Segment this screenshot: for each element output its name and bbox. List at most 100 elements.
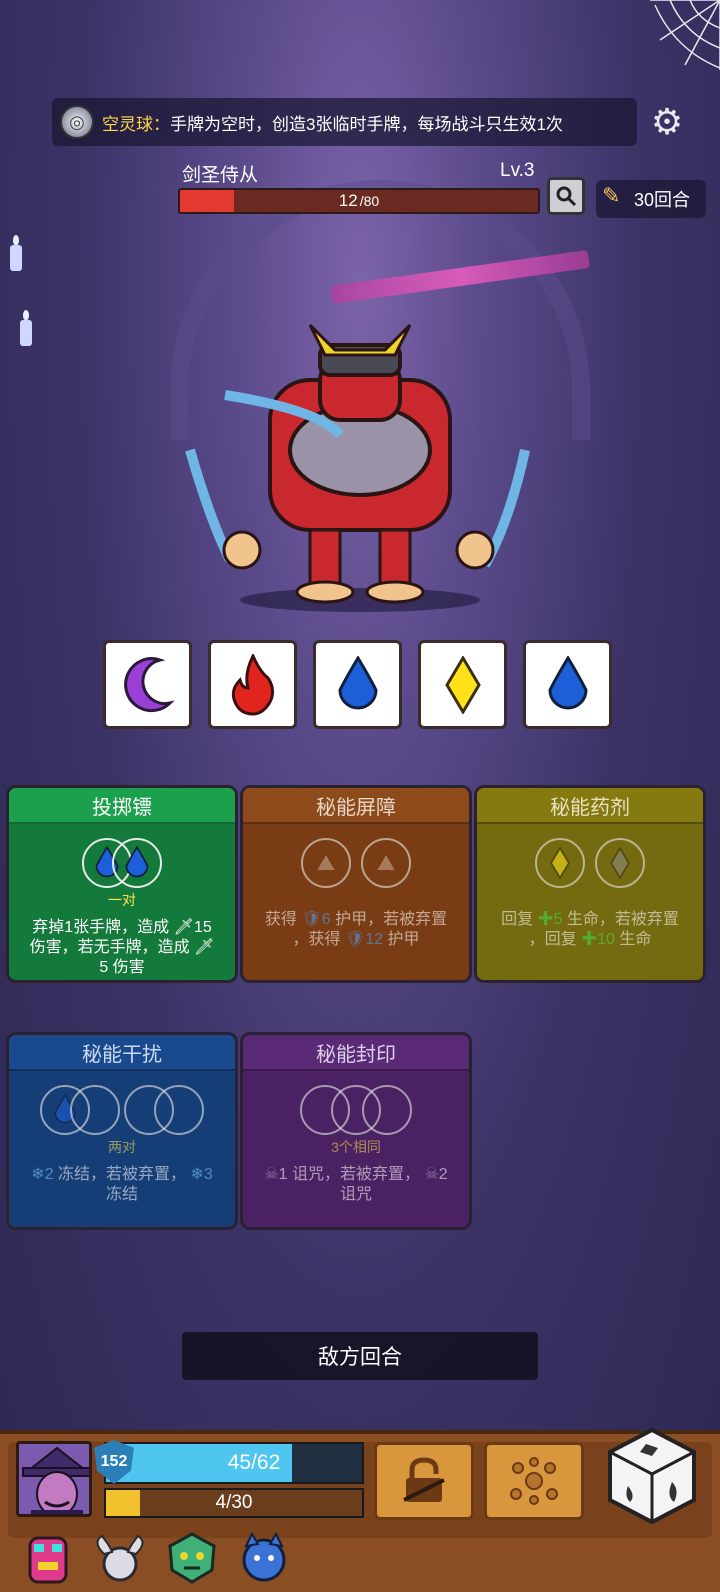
skill-card-arcane-potion[interactable]: 秘能药剂 回复 ✚5 生命，若被弃置 ，回复 ✚10 生命 [474,785,706,983]
candle [10,235,22,271]
locked-action-button[interactable] [374,1442,474,1520]
candle [20,310,32,346]
dice-slot-pair[interactable] [40,1085,120,1135]
effect-text: ，获得 [292,931,341,948]
player-hp-text: 45/62 [227,1451,281,1474]
samurai-monkey-enemy[interactable] [170,300,550,620]
mountain-icon: ⛰ [376,850,396,876]
relic-effect-banner: ◎ 空灵球： 手牌为空时，创造3张临时手牌，每场战斗只生效1次 [52,98,637,146]
dice-face-card[interactable] [103,640,192,729]
wizard-portrait-icon [19,1444,89,1514]
red-flame-icon [231,653,274,716]
dice-face-card[interactable] [313,640,402,729]
dice-slot[interactable] [362,1085,412,1135]
effect-text: 冻结，若被弃置， [57,1166,186,1183]
player-avatar[interactable] [16,1441,92,1517]
dice-face-card[interactable] [208,640,297,729]
card-requirement: 3个相同 [331,1139,381,1155]
relic-slot[interactable] [234,1528,294,1588]
relic-slot[interactable] [18,1528,78,1588]
effect-text: ，回复 [528,931,577,948]
blue-drop-icon [125,846,149,878]
armor-value: 12 [365,931,384,948]
dice-slot[interactable] [595,838,645,888]
yellow-diamond-icon [550,847,570,879]
blue-beast-icon [242,1531,286,1582]
freeze-value: 3 [203,1166,213,1183]
dice-face-card[interactable] [523,640,612,729]
effect-text: 冻结 [105,1186,138,1203]
magnifier-icon [556,186,577,207]
green-demon-mask-icon [168,1532,216,1584]
reroll-action-button[interactable] [484,1442,584,1520]
curse-value: 2 [438,1166,448,1183]
gray-diamond-icon [610,847,630,879]
dice-slot[interactable]: ⛰ [361,838,411,888]
scroll-icon: ✎ [602,184,621,209]
purple-moon-icon [123,656,175,712]
skill-card-arcane-seal[interactable]: 秘能封印 3个相同 ☠1 诅咒，若被弃置， ☠2 诅咒 [240,1032,472,1230]
skill-card-arcane-disrupt[interactable]: 秘能干扰 两对 ❄2 冻结，若被弃置， ❄3 冻结 [6,1032,238,1230]
relic-name: 空灵球： [102,114,170,134]
turn-counter: ✎ 30回合 [596,180,706,218]
armor-value: 6 [321,911,331,928]
dice-slot[interactable]: ⛰ [301,838,351,888]
enemy-dice-row [103,640,623,730]
relic-slot[interactable] [162,1528,222,1588]
effect-text: 护甲，若被弃置 [335,911,448,928]
totem-mask-icon [28,1536,68,1584]
sword-icon: 🗡 [173,919,194,936]
dice-slot[interactable] [70,1085,120,1135]
player-hp-bar: 45/62 [104,1442,364,1484]
settings-gear-icon[interactable]: ⚙ [645,100,689,144]
enemy-hp-current: 12 [338,191,358,210]
effect-text: 生命，若被弃置 [566,911,679,928]
effect-text: 回复 [501,911,534,928]
skill-card-throw-dart[interactable]: 投掷镖 一对 弃掉1张手牌，造成 🗡15 伤害，若无手牌，造成 🗡 5 伤害 [6,785,238,983]
relic-slot[interactable] [90,1528,150,1588]
enemy-hp-bar: 12 /80 [178,188,540,214]
heal-value: 5 [553,911,563,928]
effect-text: 护甲 [387,931,420,948]
dice-slot-pair[interactable] [124,1085,204,1135]
relic-description: 手牌为空时，创造3张临时手牌，每场战斗只生效1次 [170,114,563,134]
effect-text: 诅咒 [339,1186,372,1203]
sword-icon: 🗡 [194,939,215,956]
dice-slot-pair[interactable] [82,838,162,888]
snowflake-icon: ❄ [31,1166,45,1183]
cobweb-icon [650,0,720,70]
snowflake-icon: ❄ [190,1166,204,1183]
skull-icon: ☠ [424,1166,439,1183]
card-title: 秘能干扰 [9,1035,235,1071]
card-requirement: 一对 [108,892,136,908]
player-energy-text: 4/30 [215,1492,253,1513]
dice-face-card[interactable] [418,640,507,729]
effect-text: 弃掉1张手牌，造成 [32,919,170,936]
inspect-magnifier-button[interactable] [547,177,585,215]
card-title: 秘能封印 [243,1035,469,1071]
dice-slot-triple[interactable] [300,1085,412,1135]
card-title: 秘能屏障 [243,788,469,824]
card-effect: 回复 ✚5 生命，若被弃置 ，回复 ✚10 生命 [485,910,695,950]
card-effect: 弃掉1张手牌，造成 🗡15 伤害，若无手牌，造成 🗡 5 伤害 [17,918,227,978]
enemy-level: Lv.3 [500,160,535,181]
enemy-name: 剑圣侍从 [182,165,259,186]
yellow-diamond-icon [444,655,481,714]
shield-icon: 🛡 [301,911,322,928]
player-energy-bar: 4/30 [104,1488,364,1518]
roll-dice-button[interactable] [604,1424,700,1528]
effect-text: 5 伤害 [99,959,145,976]
dice-slot[interactable] [535,838,585,888]
card-effect: ❄2 冻结，若被弃置， ❄3 冻结 [17,1165,227,1205]
effect-text: 生命 [619,931,652,948]
shatter-burst-icon [510,1457,558,1505]
enemy-turn-indicator: 敌方回合 [182,1332,538,1380]
skull-icon: ☠ [264,1166,279,1183]
dice-slot[interactable] [154,1085,204,1135]
ethereal-orb-icon: ◎ [60,105,94,139]
dice-icon [608,1427,696,1525]
card-title: 秘能药剂 [477,788,703,824]
relic-inventory-row [18,1528,294,1588]
skill-card-arcane-barrier[interactable]: 秘能屏障 ⛰ ⛰ 获得 🛡6 护甲，若被弃置 ，获得 🛡12 护甲 [240,785,472,983]
dice-slot[interactable] [112,838,162,888]
